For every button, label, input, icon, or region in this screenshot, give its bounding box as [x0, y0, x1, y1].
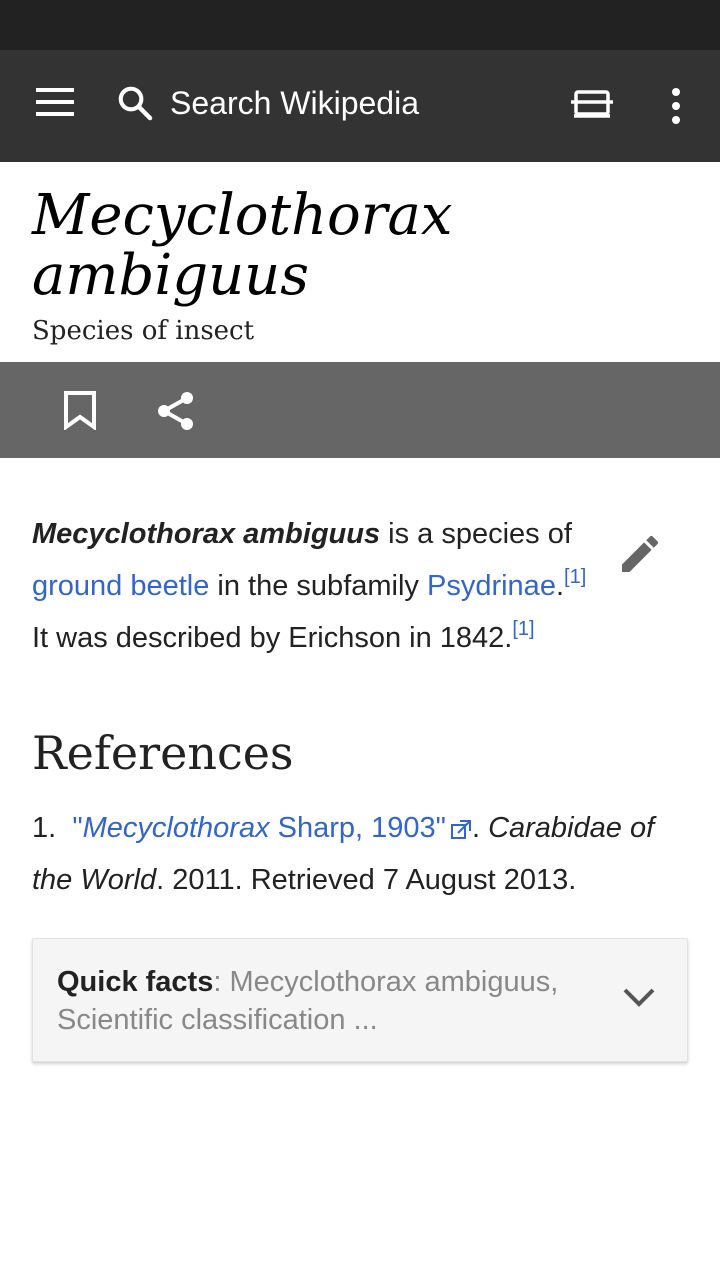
link-ground-beetle[interactable]: ground beetle [32, 570, 209, 602]
reference-sep: . [471, 812, 489, 844]
link-quote: " [72, 812, 83, 844]
citation-link[interactable]: [1] [564, 566, 586, 588]
share-icon[interactable] [156, 390, 196, 432]
page-action-bar [0, 362, 720, 458]
reference-item: 1. "Mecyclothorax Sharp, 1903" . Carabid… [32, 802, 688, 906]
link-rest: Sharp, 1903" [269, 812, 446, 844]
search-icon [118, 86, 153, 121]
lead-text: . [555, 570, 565, 602]
quick-facts-label: Quick facts [57, 966, 214, 998]
article-content: Mecyclothorax ambiguus is a species of g… [0, 458, 720, 906]
external-link-icon [450, 820, 471, 839]
page-title-line1: Mecyclothorax [32, 183, 453, 248]
status-bar [0, 0, 720, 50]
page-title-line2: ambiguus [32, 243, 309, 308]
search-placeholder: Search Wikipedia [170, 84, 419, 121]
page-title: Mecyclothorax ambiguus [32, 186, 688, 306]
page-description: Species of insect [32, 316, 255, 346]
menu-icon[interactable] [36, 88, 76, 124]
link-italic: Mecyclothorax [82, 812, 270, 844]
bookmark-icon[interactable] [62, 390, 98, 430]
quick-facts-card[interactable]: Quick facts: Mecyclothorax ambiguus, Sci… [32, 938, 688, 1062]
lead-text: in the subfamily [209, 570, 427, 602]
references-list: 1. "Mecyclothorax Sharp, 1903" . Carabid… [32, 802, 688, 906]
chevron-down-icon[interactable] [621, 985, 657, 1009]
reference-rest: . 2011. Retrieved 7 August 2013. [156, 864, 577, 896]
quick-facts-text: Quick facts: Mecyclothorax ambiguus, Sci… [57, 963, 597, 1039]
page-header: Mecyclothorax ambiguus Species of insect [0, 162, 720, 362]
reference-external-link[interactable]: "Mecyclothorax Sharp, 1903" [72, 812, 446, 844]
quick-facts-sep: : [213, 966, 230, 998]
lead-bold-term: Mecyclothorax ambiguus [32, 518, 381, 550]
link-psydrinae[interactable]: Psydrinae [427, 570, 556, 602]
overflow-menu-icon[interactable] [664, 86, 688, 126]
citation-link[interactable]: [1] [512, 618, 534, 640]
lead-text: It was described by Erichson in 1842. [32, 622, 513, 654]
lead-text: is a species of [380, 518, 572, 550]
reading-list-icon[interactable] [570, 88, 614, 122]
edit-pencil-icon[interactable] [616, 530, 664, 578]
references-heading: References [32, 726, 294, 780]
search-input[interactable]: Search Wikipedia [116, 84, 419, 122]
app-toolbar: Search Wikipedia [0, 50, 720, 162]
lead-paragraph: Mecyclothorax ambiguus is a species of g… [32, 508, 688, 664]
reference-number: 1. [32, 812, 57, 844]
